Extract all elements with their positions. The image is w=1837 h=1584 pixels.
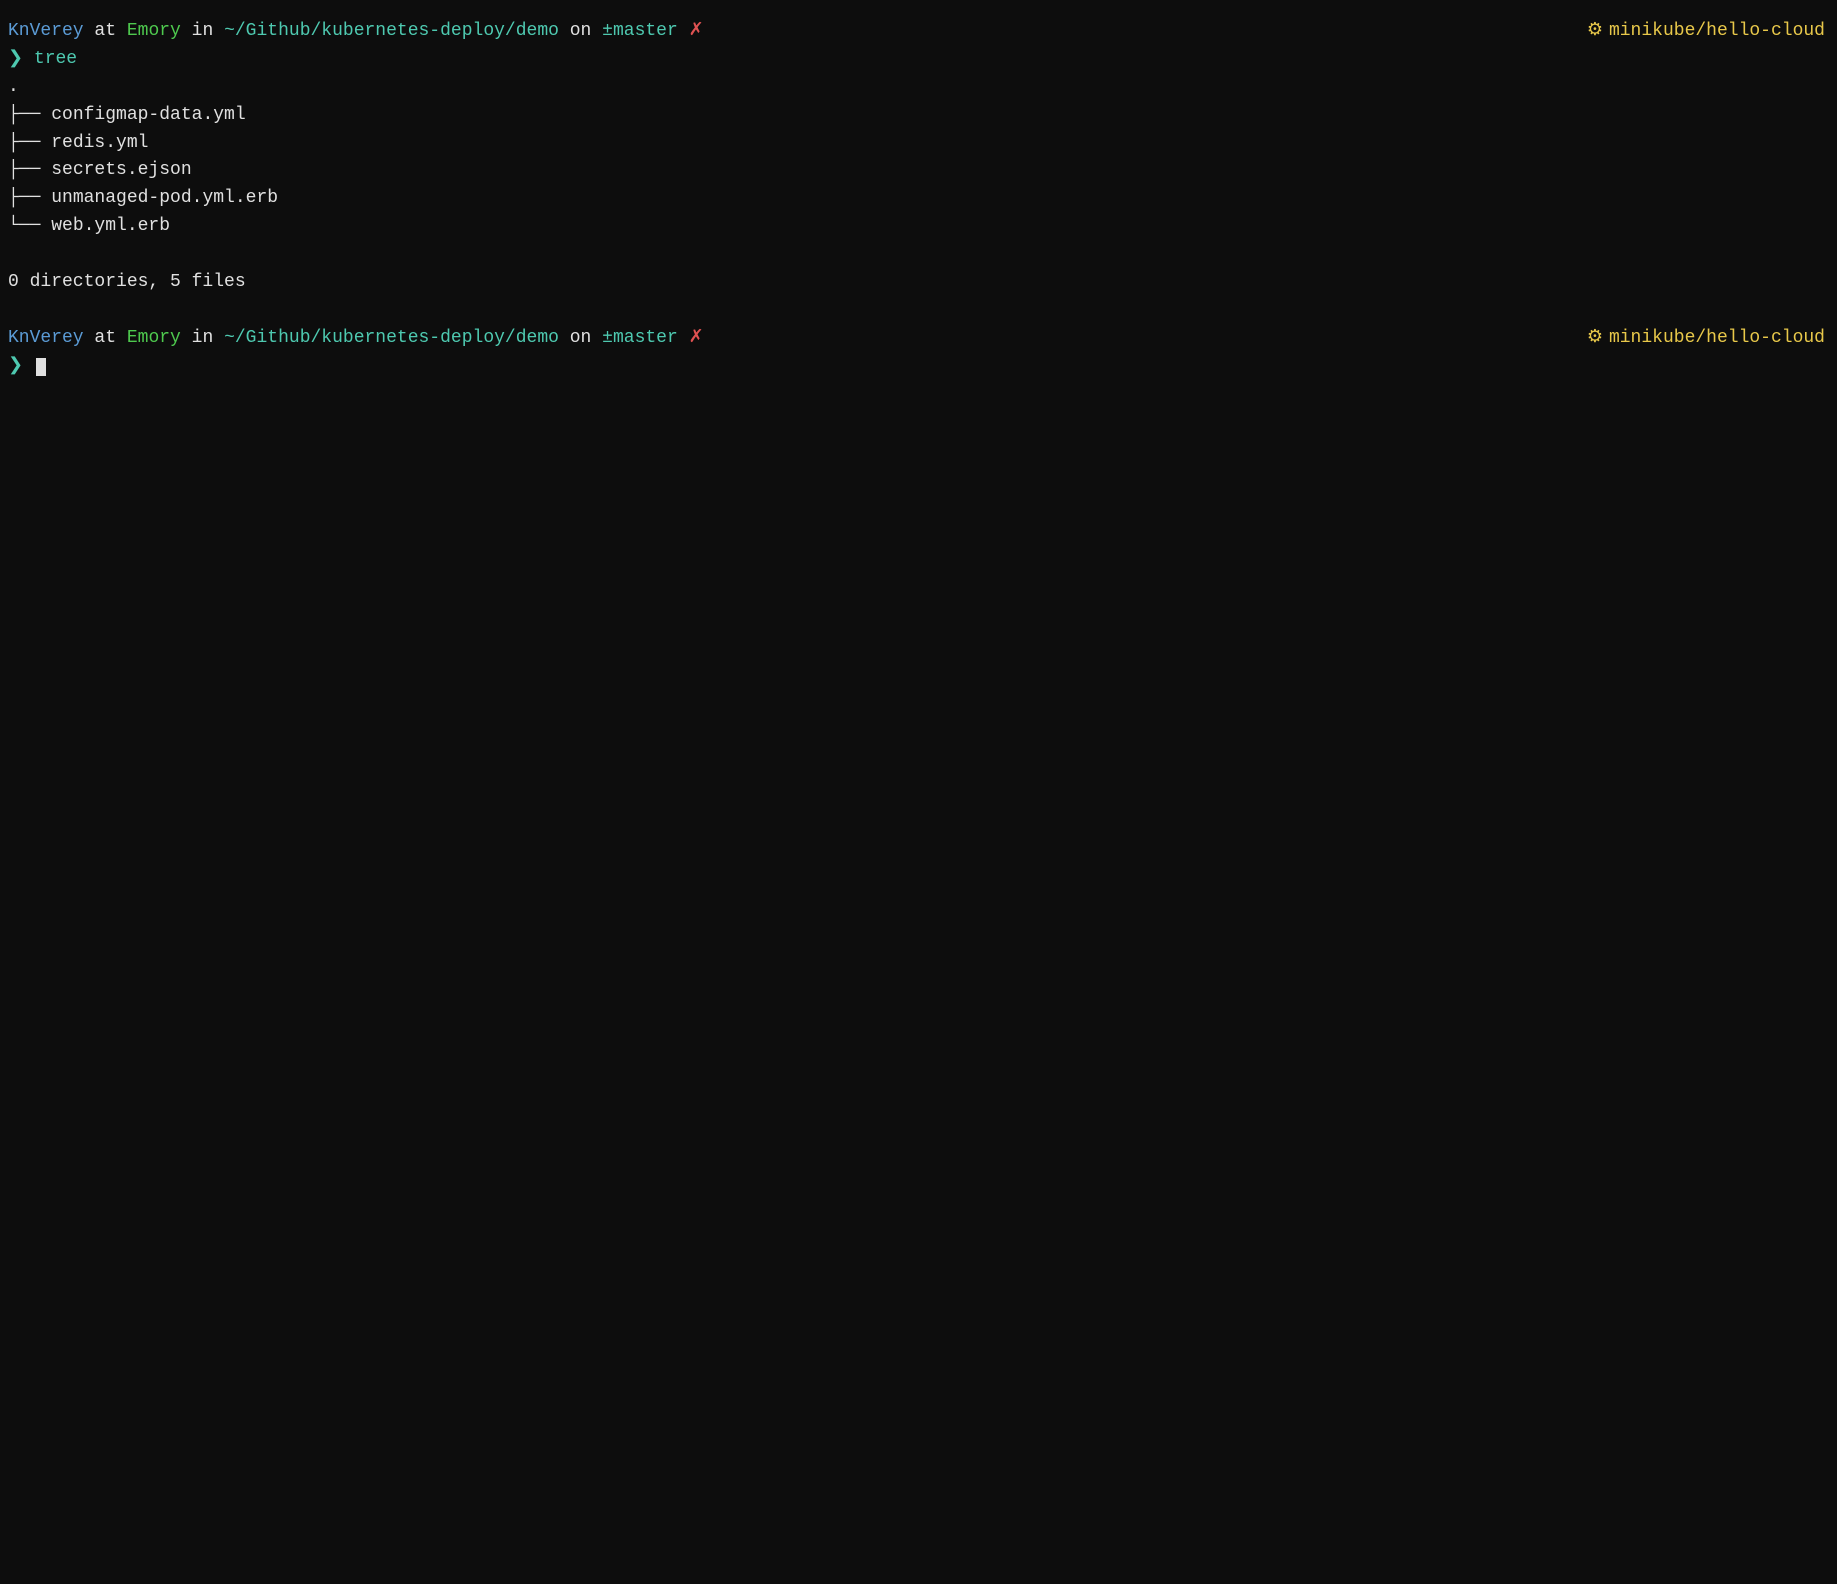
empty-line-1 [0, 241, 1837, 269]
filename-4: unmanaged-pod.yml.erb [51, 185, 278, 213]
tree-file-1: ├── configmap-data.yml [0, 102, 1837, 130]
branch-char-2: ├── [8, 130, 51, 158]
prompt-line-1: KnVerey at Emory in ~/Github/kubernetes-… [0, 18, 1837, 46]
x-mark-2: ✗ [689, 325, 704, 353]
tree-command: tree [34, 46, 77, 74]
branch-name-2: master [613, 325, 678, 353]
branch-char-1: ├── [8, 102, 51, 130]
branch-symbol-1: ± [602, 18, 613, 46]
tree-file-2: ├── redis.yml [0, 130, 1837, 158]
prompt-left-2: KnVerey at Emory in ~/Github/kubernetes-… [8, 325, 704, 353]
tree-summary: 0 directories, 5 files [8, 269, 246, 297]
branch-name-1: master [613, 18, 678, 46]
gear-icon-2: ⚙ [1587, 325, 1603, 353]
tree-root: . [8, 74, 19, 102]
right-info-2: ⚙ minikube/hello-cloud [1587, 325, 1825, 353]
x-mark-1: ✗ [689, 18, 704, 46]
kube-context-1: minikube/hello-cloud [1609, 18, 1825, 46]
in-text-2: in [181, 325, 224, 353]
hostname-2: Emory [127, 325, 181, 353]
tree-file-3: ├── secrets.ejson [0, 157, 1837, 185]
terminal: KnVerey at Emory in ~/Github/kubernetes-… [0, 10, 1837, 1574]
terminal-cursor [36, 358, 46, 376]
branch-char-4: ├── [8, 185, 51, 213]
at-text-1: at [84, 18, 127, 46]
prompt-left-1: KnVerey at Emory in ~/Github/kubernetes-… [8, 18, 704, 46]
command-line-1: ❯ tree [0, 46, 1837, 74]
filename-2: redis.yml [51, 130, 148, 158]
tree-file-4: ├── unmanaged-pod.yml.erb [0, 185, 1837, 213]
on-text-2: on [559, 325, 602, 353]
gear-icon-1: ⚙ [1587, 18, 1603, 46]
on-text-1: on [559, 18, 602, 46]
hostname-1: Emory [127, 18, 181, 46]
in-text-1: in [181, 18, 224, 46]
tree-file-5: └── web.yml.erb [0, 213, 1837, 241]
prompt-line-2: KnVerey at Emory in ~/Github/kubernetes-… [0, 325, 1837, 353]
filename-5: web.yml.erb [51, 213, 170, 241]
filename-1: configmap-data.yml [51, 102, 245, 130]
path-1: ~/Github/kubernetes-deploy/demo [224, 18, 559, 46]
prompt-symbol-2: ❯ [8, 353, 23, 381]
filename-3: secrets.ejson [51, 157, 191, 185]
right-info-1: ⚙ minikube/hello-cloud [1587, 18, 1825, 46]
path-2: ~/Github/kubernetes-deploy/demo [224, 325, 559, 353]
branch-symbol-2: ± [602, 325, 613, 353]
kube-context-2: minikube/hello-cloud [1609, 325, 1825, 353]
username-2: KnVerey [8, 325, 84, 353]
empty-line-2 [0, 297, 1837, 325]
username-1: KnVerey [8, 18, 84, 46]
command-line-2[interactable]: ❯ [0, 353, 1837, 381]
summary-line: 0 directories, 5 files [0, 269, 1837, 297]
branch-char-3: ├── [8, 157, 51, 185]
at-text-2: at [84, 325, 127, 353]
branch-char-5: └── [8, 213, 51, 241]
prompt-symbol-1: ❯ [8, 46, 23, 74]
tree-root-line: . [0, 74, 1837, 102]
